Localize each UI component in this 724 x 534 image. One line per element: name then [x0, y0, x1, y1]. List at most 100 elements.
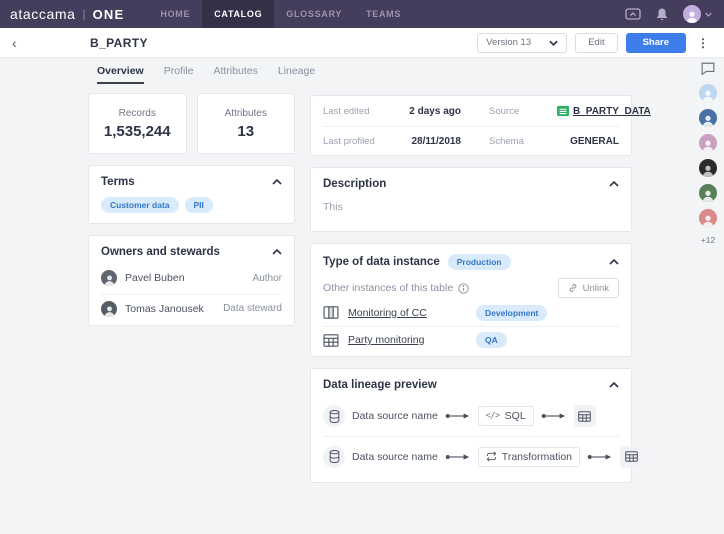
user-avatar	[683, 5, 701, 23]
last-edited-value: 2 days ago	[385, 106, 461, 117]
collaborator-avatar[interactable]	[699, 84, 717, 102]
flow-arrow-icon	[445, 412, 471, 420]
term-tag[interactable]: PII	[185, 197, 213, 213]
last-profiled-value: 28/11/2018	[385, 136, 461, 147]
collapse-chevron-icon[interactable]	[272, 249, 282, 255]
owner-name: Tomas Janousek	[125, 303, 204, 315]
collaborator-avatar[interactable]	[699, 159, 717, 177]
instance-link[interactable]: Party monitoring	[348, 334, 476, 346]
description-card: Description This	[310, 167, 632, 232]
chevron-down-icon	[705, 12, 712, 17]
nav-glossary[interactable]: GLOSSARY	[274, 0, 354, 28]
terms-title: Terms	[101, 176, 135, 188]
collaborators-overflow-count[interactable]: +12	[701, 235, 715, 245]
instance-row: Monitoring of CC Development	[323, 299, 619, 326]
owner-role: Data steward	[223, 303, 282, 314]
last-profiled-label: Last profiled	[323, 136, 385, 147]
collapse-chevron-icon[interactable]	[609, 181, 619, 187]
lineage-title: Data lineage preview	[323, 379, 437, 391]
collapse-chevron-icon[interactable]	[609, 382, 619, 388]
notifications-bell-icon[interactable]	[656, 8, 668, 21]
records-label: Records	[119, 108, 156, 119]
owner-row: Tomas Janousek Data steward	[101, 294, 282, 322]
nav-teams[interactable]: TEAMS	[354, 0, 413, 28]
collaborator-avatar[interactable]	[699, 134, 717, 152]
top-navbar: ataccama | ONE HOME CATALOG GLOSSARY TEA…	[0, 0, 724, 28]
back-button[interactable]: ‹	[12, 36, 17, 50]
logo-product: ONE	[93, 7, 125, 22]
instance-link[interactable]: Monitoring of CC	[348, 307, 476, 319]
page-header: ‹ B_PARTY Version 13 Edit Share ⋮	[0, 28, 724, 58]
collapse-chevron-icon[interactable]	[609, 259, 619, 265]
description-body: This	[323, 201, 619, 213]
owner-row: Pavel Buben Author	[101, 264, 282, 292]
terms-card: Terms Customer data PII	[88, 165, 295, 224]
collaborator-avatar[interactable]	[699, 109, 717, 127]
attributes-card: Attributes 13	[197, 93, 296, 154]
flow-arrow-icon	[445, 453, 471, 461]
owner-role: Author	[253, 273, 282, 284]
share-button[interactable]: Share	[626, 33, 686, 53]
main-nav: HOME CATALOG GLOSSARY TEAMS	[148, 0, 413, 28]
attributes-label: Attributes	[225, 108, 267, 119]
code-icon: </>	[486, 411, 500, 421]
tab-overview[interactable]: Overview	[97, 65, 144, 84]
records-card: Records 1,535,244	[88, 93, 187, 154]
lineage-row: Data source name </> SQL	[323, 396, 619, 436]
table-grid-icon	[323, 334, 340, 347]
owner-name: Pavel Buben	[125, 272, 185, 284]
link-icon	[568, 283, 578, 293]
content-area: Overview Profile Attributes Lineage Reco…	[0, 58, 724, 534]
source-label: Source	[461, 106, 557, 117]
user-menu[interactable]	[683, 5, 712, 23]
more-menu-icon[interactable]: ⋮	[694, 36, 712, 50]
source-table-icon	[557, 105, 569, 117]
collaborator-avatar[interactable]	[699, 209, 717, 227]
avatar	[101, 270, 117, 286]
comments-icon[interactable]	[701, 62, 715, 75]
records-value: 1,535,244	[104, 123, 171, 140]
lineage-source-name: Data source name	[352, 451, 438, 463]
presence-rail: +12	[696, 62, 720, 245]
tab-attributes[interactable]: Attributes	[213, 65, 257, 84]
unlink-button[interactable]: Unlink	[558, 278, 619, 298]
lineage-step-sql[interactable]: </> SQL	[478, 406, 534, 426]
table-grid-icon	[620, 446, 642, 468]
nav-home[interactable]: HOME	[148, 0, 202, 28]
edit-button[interactable]: Edit	[575, 33, 617, 53]
logo-separator: |	[83, 7, 86, 21]
description-title: Description	[323, 178, 386, 190]
collapse-chevron-icon[interactable]	[272, 179, 282, 185]
flow-arrow-icon	[541, 412, 567, 420]
info-icon[interactable]	[458, 283, 469, 294]
source-link[interactable]: B_PARTY_DATA	[557, 105, 651, 117]
instance-row: Party monitoring QA	[323, 326, 619, 353]
database-icon	[323, 446, 345, 468]
lineage-step-transformation[interactable]: Transformation	[478, 447, 580, 467]
data-instance-card: Type of data instance Production Other i…	[310, 243, 632, 357]
collaborator-avatar[interactable]	[699, 184, 717, 202]
schema-value: GENERAL	[557, 136, 619, 147]
owners-title: Owners and stewards	[101, 246, 220, 258]
logo-text: ataccama	[10, 6, 76, 22]
version-dropdown[interactable]: Version 13	[477, 33, 567, 53]
page-title: B_PARTY	[90, 36, 148, 50]
other-instances-label: Other instances of this table	[323, 282, 453, 294]
screen-share-icon[interactable]	[625, 8, 641, 21]
nav-catalog[interactable]: CATALOG	[202, 0, 274, 28]
environment-badge: Development	[476, 305, 547, 321]
term-tag[interactable]: Customer data	[101, 197, 179, 213]
attributes-value: 13	[237, 123, 254, 140]
avatar	[101, 301, 117, 317]
app-logo[interactable]: ataccama | ONE	[10, 6, 124, 22]
entity-tabs: Overview Profile Attributes Lineage	[88, 65, 295, 84]
owners-card: Owners and stewards Pavel Buben Author T…	[88, 235, 295, 326]
flow-arrow-icon	[587, 453, 613, 461]
lineage-card: Data lineage preview Data source name </…	[310, 368, 632, 483]
table-columns-icon	[323, 306, 340, 319]
last-edited-label: Last edited	[323, 106, 385, 117]
table-grid-icon	[574, 405, 596, 427]
database-icon	[323, 405, 345, 427]
instance-title: Type of data instance	[323, 256, 440, 268]
tab-profile[interactable]: Profile	[164, 65, 194, 84]
